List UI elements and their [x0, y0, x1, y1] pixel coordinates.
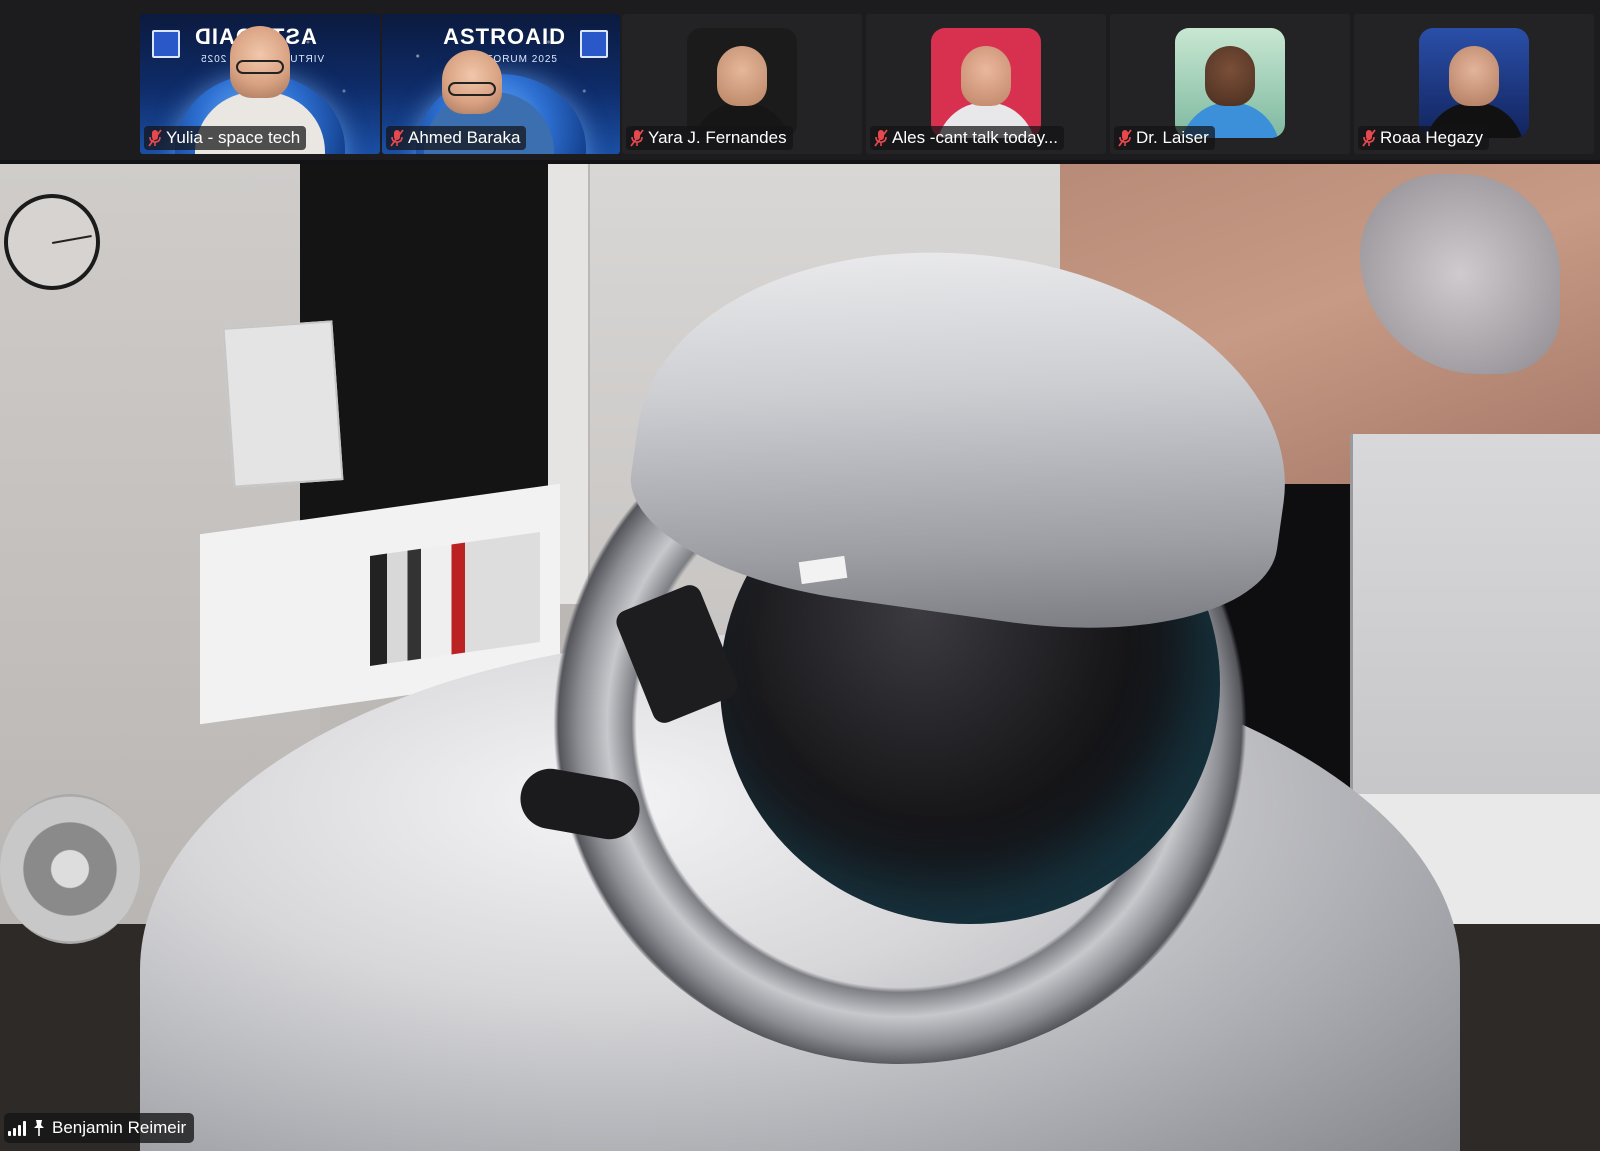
video-scene	[0, 794, 140, 944]
participant-tile-ales[interactable]: Ales -cant talk today...	[866, 14, 1106, 154]
mic-off-icon	[630, 129, 644, 147]
mic-off-icon	[1362, 129, 1376, 147]
participant-name: Ales -cant talk today...	[892, 128, 1058, 147]
participant-name-label: Yara J. Fernandes	[626, 126, 793, 150]
eu-flag-icon	[580, 30, 608, 58]
participant-tile-yulia[interactable]: ASTROAID VIRTUAL FORUM 2025 Yulia - spac…	[140, 14, 380, 154]
participant-tile-ahmed[interactable]: ASTROAID L FORUM 2025 Ahmed Baraka	[382, 14, 620, 154]
participant-name: Yulia - space tech	[166, 128, 301, 147]
participant-avatar	[687, 28, 797, 138]
participant-name: Dr. Laiser	[1136, 128, 1209, 147]
video-call-window: ASTROAID VIRTUAL FORUM 2025 Yulia - spac…	[0, 0, 1600, 1151]
participant-tile-roaa[interactable]: Roaa Hegazy	[1354, 14, 1594, 154]
participant-strip: ASTROAID VIRTUAL FORUM 2025 Yulia - spac…	[0, 0, 1600, 160]
glasses-graphic	[448, 82, 497, 96]
mic-off-icon	[390, 129, 404, 147]
avatar-face	[961, 46, 1011, 106]
active-speaker-name: Benjamin Reimeir	[52, 1118, 187, 1137]
participant-name: Roaa Hegazy	[1380, 128, 1484, 147]
mic-off-icon	[148, 129, 162, 147]
participant-name-label: Ales -cant talk today...	[870, 126, 1064, 150]
signal-strength-icon	[8, 1120, 26, 1136]
participant-name: Yara J. Fernandes	[648, 128, 787, 147]
participant-avatar	[1175, 28, 1285, 138]
active-speaker-label: Benjamin Reimeir	[4, 1113, 195, 1143]
participant-tile-dr-laiser[interactable]: Dr. Laiser	[1110, 14, 1350, 154]
participant-avatar	[1419, 28, 1529, 138]
pin-icon[interactable]	[32, 1119, 46, 1137]
avatar-face	[1205, 46, 1255, 106]
glasses-graphic	[236, 60, 284, 74]
video-scene	[222, 320, 344, 488]
participant-name-label: Dr. Laiser	[1114, 126, 1215, 150]
participant-tile-yara[interactable]: Yara J. Fernandes	[622, 14, 862, 154]
participant-name-label: Ahmed Baraka	[386, 126, 527, 150]
mic-off-icon	[874, 129, 888, 147]
wall-clock-graphic	[4, 194, 100, 290]
participant-name-label: Roaa Hegazy	[1358, 126, 1490, 150]
eu-flag-icon	[152, 30, 180, 58]
participant-avatar	[931, 28, 1041, 138]
avatar-face	[717, 46, 767, 106]
participant-name-label: Yulia - space tech	[144, 126, 307, 150]
participant-name: Ahmed Baraka	[408, 128, 521, 147]
avatar-face	[1449, 46, 1499, 106]
mic-off-icon	[1118, 129, 1132, 147]
active-speaker-video[interactable]: Benjamin Reimeir	[0, 160, 1600, 1151]
tile-banner: ASTROAID	[443, 24, 566, 49]
